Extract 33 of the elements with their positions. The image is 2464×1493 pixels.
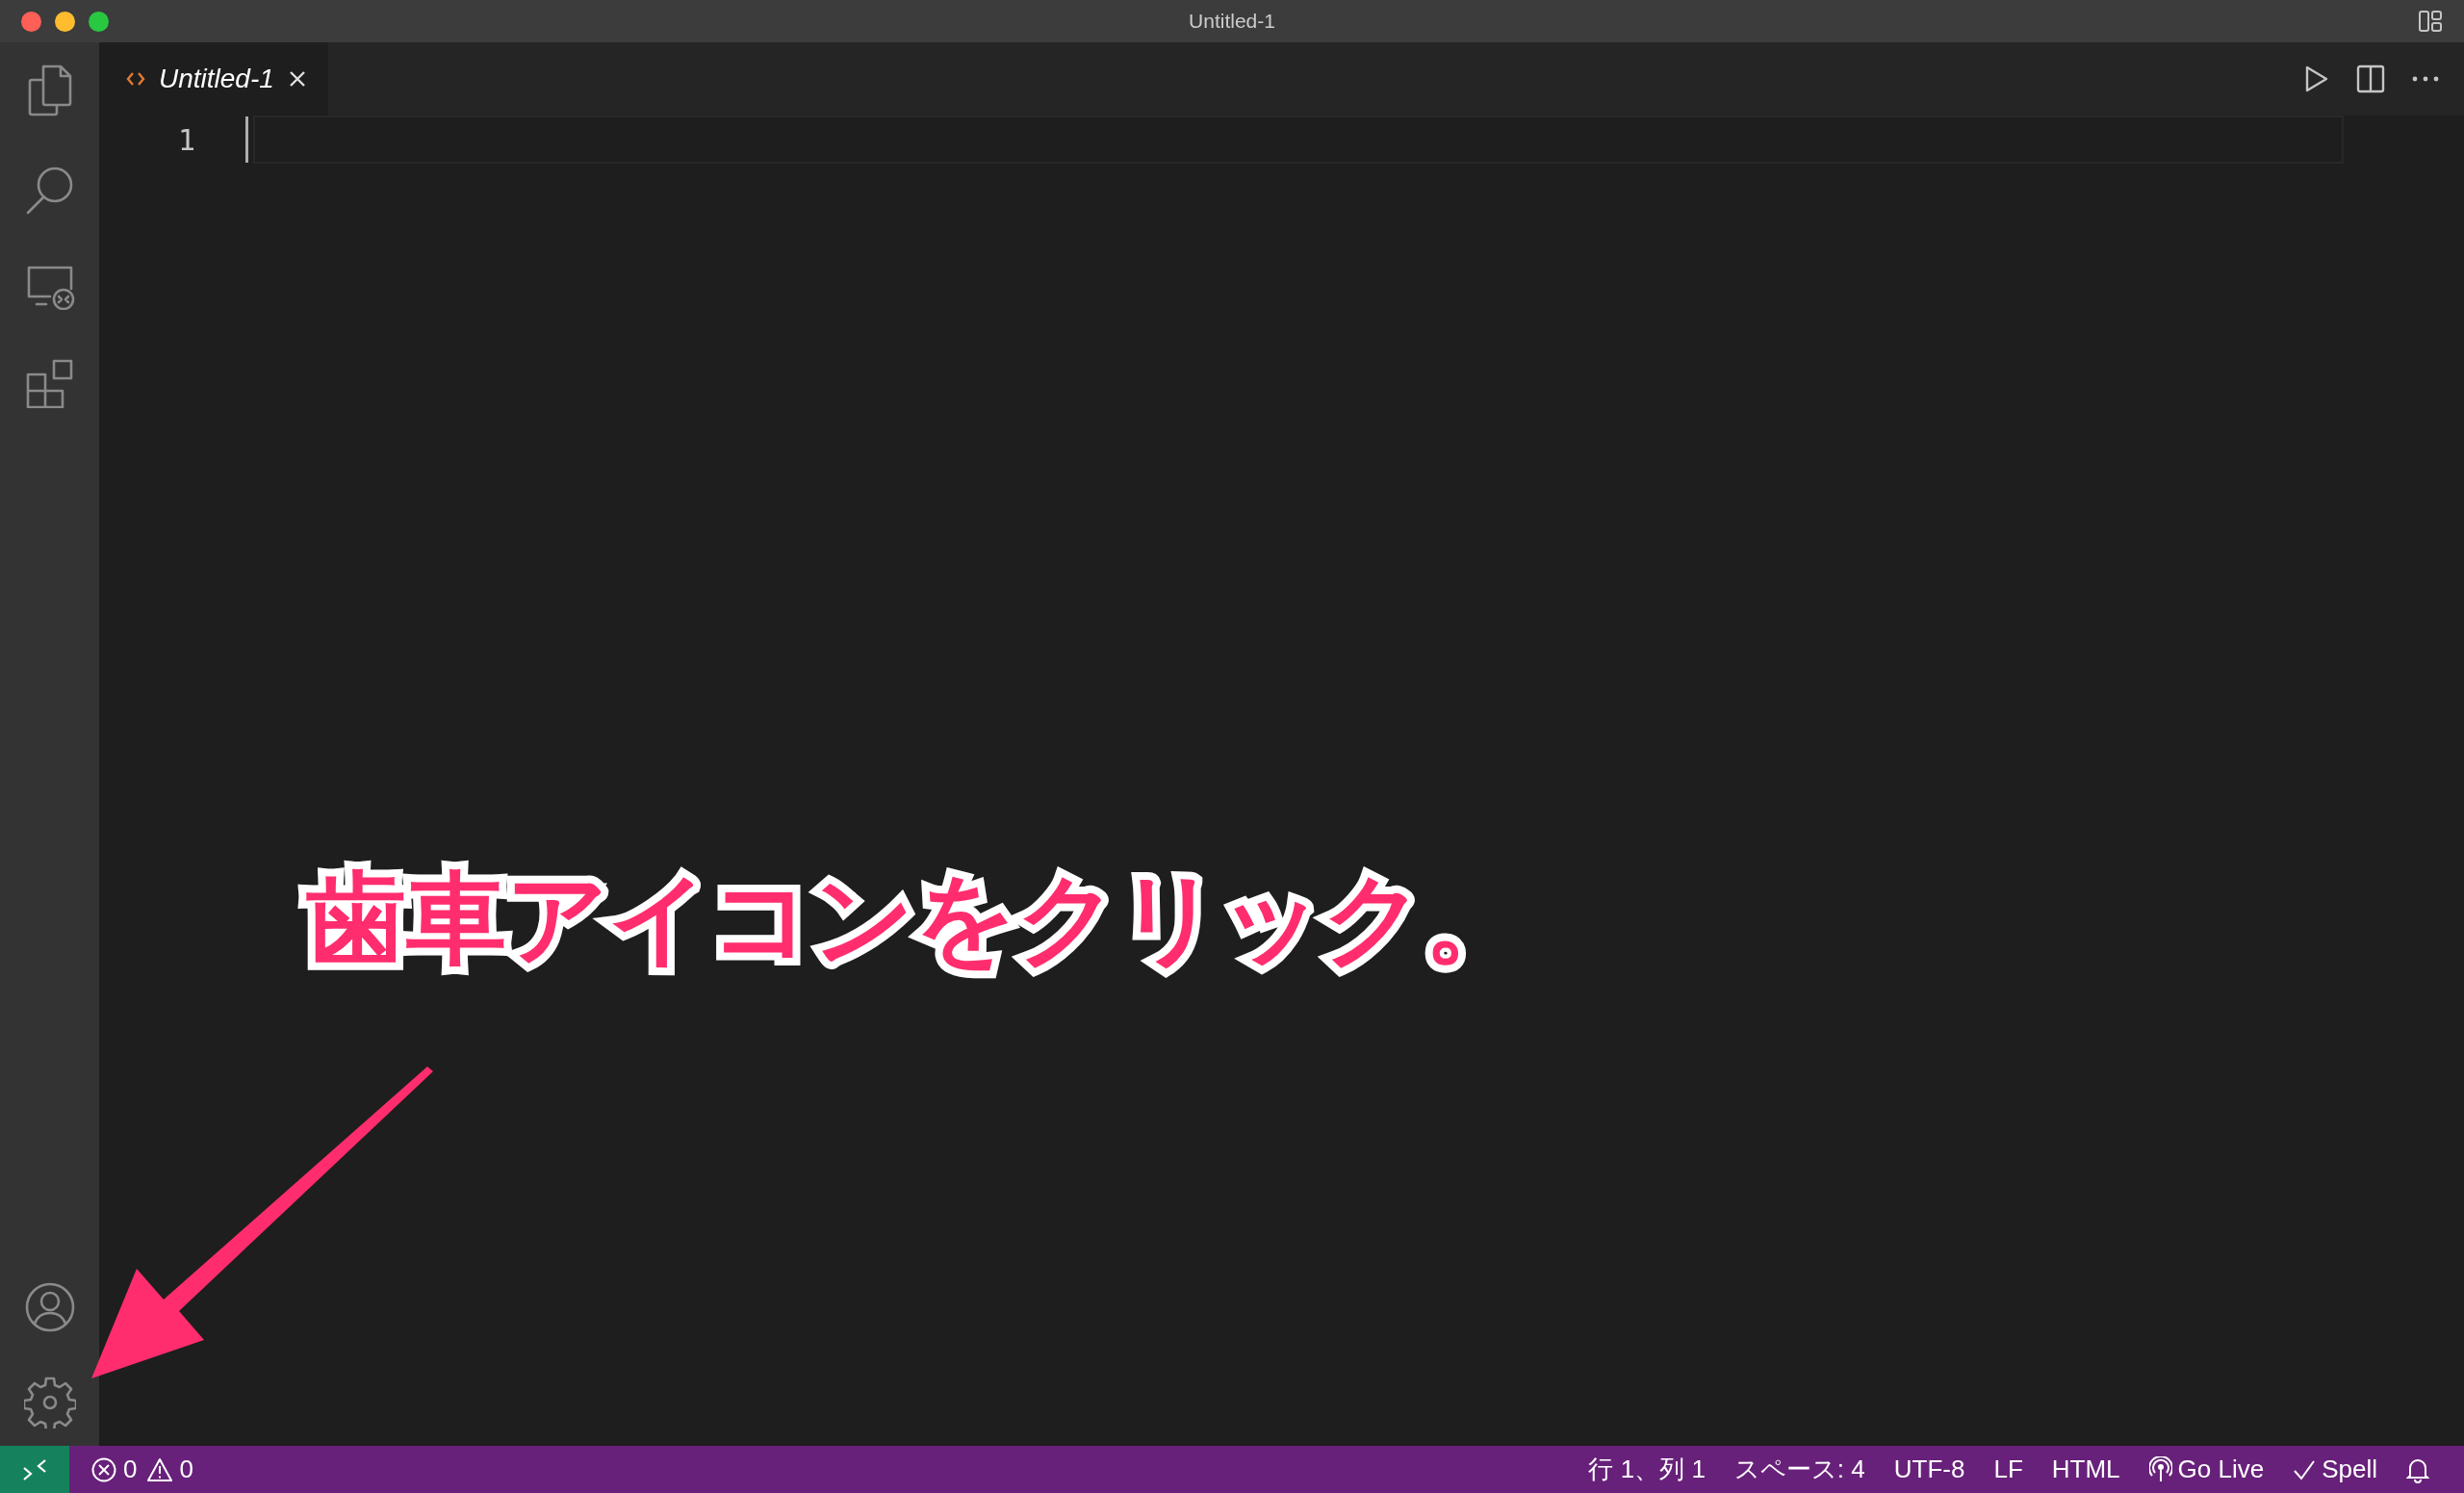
remote-button[interactable] [0, 1446, 69, 1493]
broadcast-icon [2148, 1455, 2172, 1483]
status-item[interactable]: スペース: 4 [1726, 1453, 1873, 1486]
warnings-indicator[interactable]: 0 [144, 1454, 201, 1484]
layout-icon[interactable] [2418, 10, 2443, 33]
check-icon [2293, 1458, 2317, 1480]
close-window-button[interactable] [21, 11, 41, 32]
status-item[interactable]: HTML [2043, 1454, 2128, 1484]
status-item[interactable]: 行 1、列 1 [1580, 1453, 1713, 1486]
status-item[interactable]: LF [1986, 1454, 2031, 1484]
spell-button[interactable]: Spell [2285, 1454, 2385, 1484]
warning-icon [146, 1456, 174, 1482]
split-editor-icon[interactable] [2356, 64, 2385, 93]
more-actions-icon[interactable] [2412, 76, 2439, 82]
extensions-icon[interactable] [24, 358, 75, 408]
code-file-icon [126, 70, 145, 88]
status-item[interactable]: UTF-8 [1886, 1454, 1973, 1484]
search-icon[interactable] [24, 166, 75, 216]
close-icon[interactable] [287, 69, 307, 89]
remote-icon [22, 1457, 47, 1481]
window-title: Untitled-1 [1189, 10, 1275, 32]
error-icon [90, 1455, 117, 1483]
text-cursor [245, 116, 248, 163]
settings-icon[interactable] [23, 1377, 76, 1429]
editor-tab[interactable]: Untitled-1 [99, 42, 328, 116]
go-live-button[interactable]: Go Live [2141, 1454, 2272, 1484]
run-icon[interactable] [2304, 64, 2329, 93]
zoom-window-button[interactable] [89, 11, 109, 32]
account-icon[interactable] [24, 1282, 75, 1332]
tab-label: Untitled-1 [159, 64, 274, 94]
line-number: 1 [176, 122, 196, 157]
errors-indicator[interactable]: 0 [83, 1454, 145, 1484]
minimize-window-button[interactable] [55, 11, 75, 32]
